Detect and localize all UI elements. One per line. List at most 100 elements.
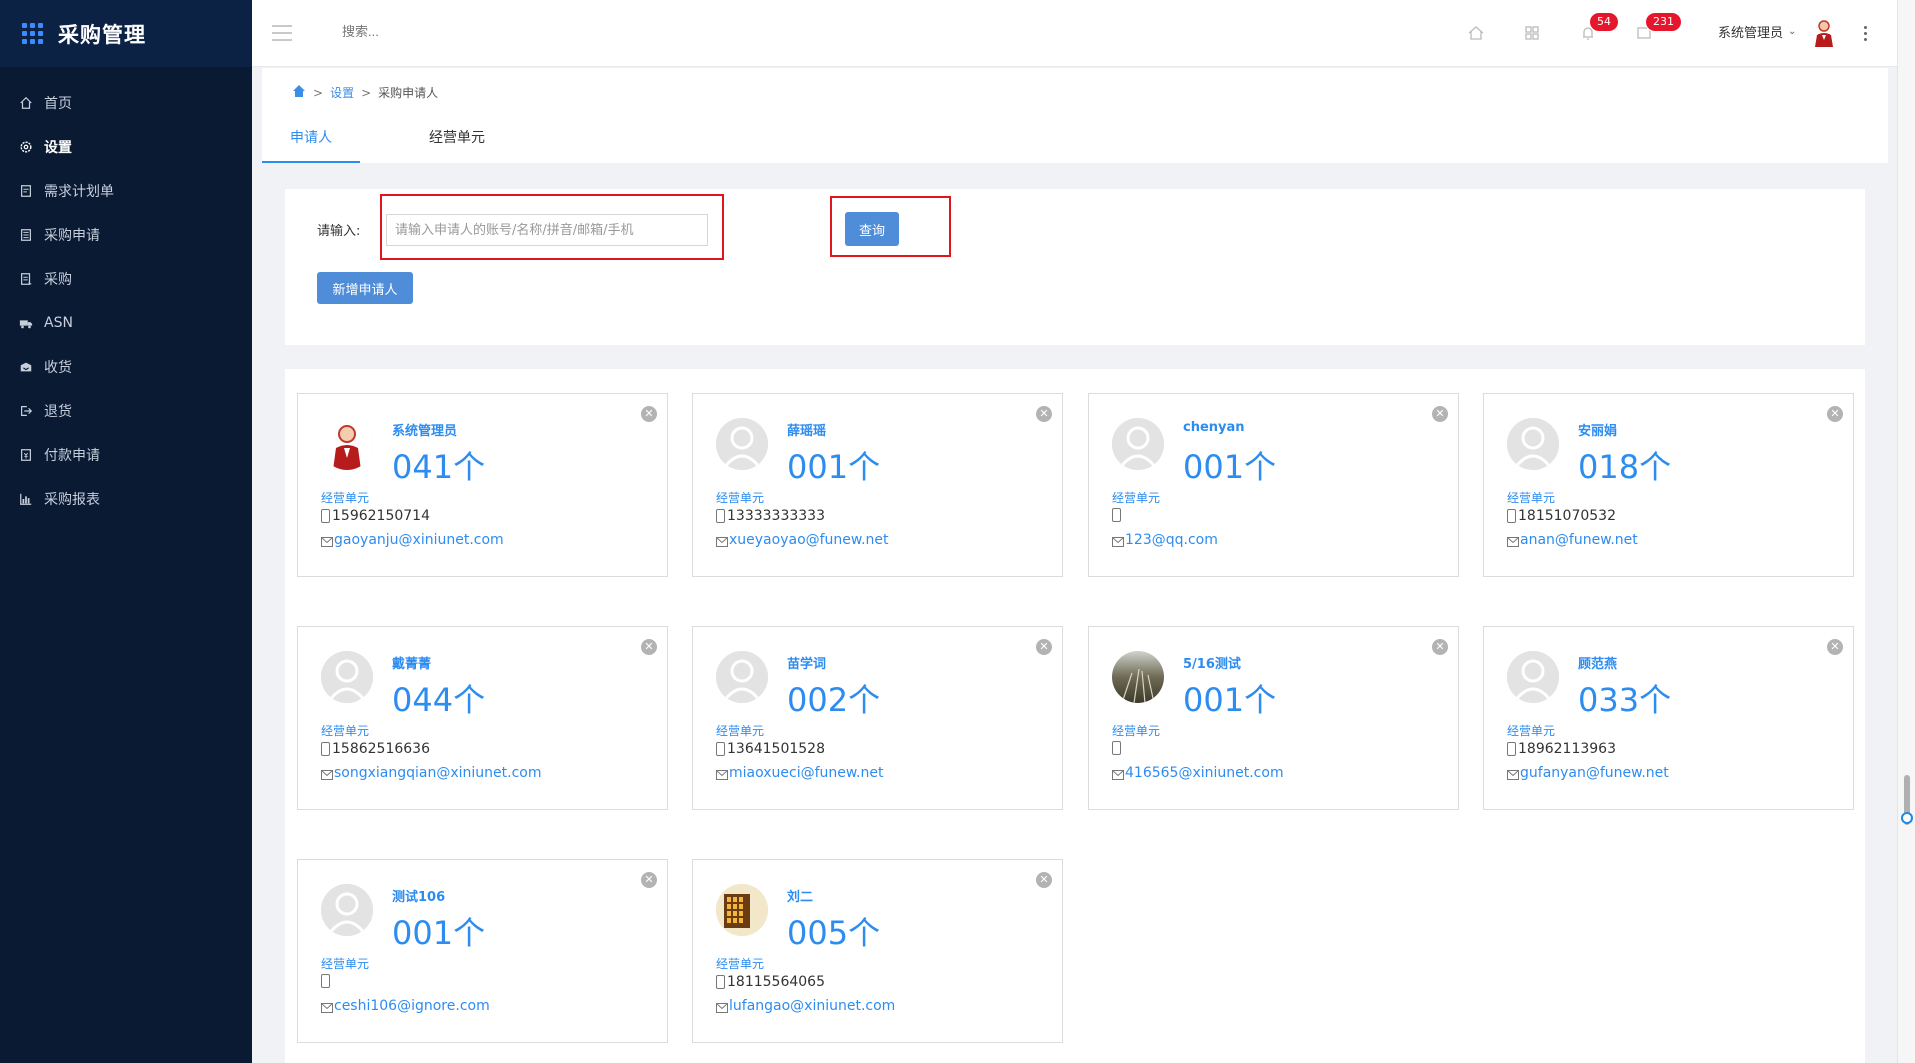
email-address[interactable]: miaoxueci@funew.net <box>729 765 883 781</box>
phone-icon <box>321 974 330 988</box>
tab-applicant[interactable]: 申请人 <box>262 123 360 163</box>
sidebar-item-settings[interactable]: 设置 <box>0 125 252 169</box>
remove-card-icon[interactable]: ✕ <box>641 872 657 888</box>
sidebar-item-label: 付款申请 <box>44 448 100 464</box>
username: 系统管理员 <box>1718 26 1784 41</box>
scroll-handle-icon[interactable] <box>1901 812 1913 824</box>
applicant-card[interactable]: ✕ 安丽娟 018个 经营单元 18151070532 anan@funew.net <box>1483 393 1854 577</box>
apps-grid-icon[interactable] <box>22 22 44 45</box>
query-button[interactable]: 查询 <box>845 212 899 246</box>
phone-row <box>321 974 332 988</box>
business-unit-label[interactable]: 经营单元 <box>716 955 764 972</box>
phone-row: 13333333333 <box>716 508 825 524</box>
applicant-card[interactable]: ✕ 戴菁菁 044个 经营单元 15862516636 songxiangqian@xin… <box>297 626 668 810</box>
sidebar-item-receive[interactable]: 收货 <box>0 345 252 389</box>
breadcrumb-settings-link[interactable]: 设置 <box>330 84 354 101</box>
business-unit-label[interactable]: 经营单元 <box>716 489 764 506</box>
business-unit-label[interactable]: 经营单元 <box>321 489 369 506</box>
sidebar-item-label: 需求计划单 <box>44 184 114 200</box>
global-search-input[interactable] <box>342 24 562 39</box>
avatar <box>1507 651 1559 703</box>
business-unit-label[interactable]: 经营单元 <box>1112 722 1160 739</box>
home-icon[interactable] <box>292 84 306 101</box>
bell-icon[interactable]: 54 <box>1579 12 1619 42</box>
avatar <box>1112 418 1164 470</box>
remove-card-icon[interactable]: ✕ <box>1036 406 1052 422</box>
applicant-name[interactable]: chenyan <box>1183 420 1245 435</box>
remove-card-icon[interactable]: ✕ <box>1432 406 1448 422</box>
sidebar-item-return[interactable]: 退货 <box>0 389 252 433</box>
remove-card-icon[interactable]: ✕ <box>641 406 657 422</box>
applicant-name[interactable]: 戴菁菁 <box>392 653 431 672</box>
email-address[interactable]: anan@funew.net <box>1520 532 1638 548</box>
email-address[interactable]: xueyaoyao@funew.net <box>729 532 889 548</box>
applicant-card[interactable]: ✕ 薛瑶瑶 001个 经营单元 13333333333 xueyaoyao@funew.n… <box>692 393 1063 577</box>
sidebar-item-demand-plan[interactable]: 需求计划单 <box>0 169 252 213</box>
business-unit-count: 001个 <box>1183 681 1277 719</box>
remove-card-icon[interactable]: ✕ <box>641 639 657 655</box>
business-unit-label[interactable]: 经营单元 <box>321 955 369 972</box>
home-icon[interactable] <box>1467 24 1485 42</box>
email-row: ceshi106@ignore.com <box>321 998 490 1014</box>
applicant-name[interactable]: 苗学词 <box>787 653 826 672</box>
remove-card-icon[interactable]: ✕ <box>1827 639 1843 655</box>
applicant-name[interactable]: 5/16测试 <box>1183 653 1241 672</box>
remove-card-icon[interactable]: ✕ <box>1036 872 1052 888</box>
user-avatar[interactable] <box>1812 18 1836 48</box>
phone-row <box>1112 508 1123 522</box>
message-badge: 231 <box>1645 12 1682 32</box>
add-applicant-button[interactable]: 新增申请人 <box>317 272 413 304</box>
email-address[interactable]: 416565@xiniunet.com <box>1125 765 1284 781</box>
applicant-search-input[interactable] <box>386 214 708 246</box>
avatar <box>716 418 768 470</box>
message-icon[interactable]: 231 <box>1635 12 1682 42</box>
sidebar-item-payment[interactable]: 付款申请 <box>0 433 252 477</box>
applicant-name[interactable]: 刘二 <box>787 886 813 905</box>
avatar <box>321 418 373 470</box>
remove-card-icon[interactable]: ✕ <box>1036 639 1052 655</box>
user-menu[interactable]: 系统管理员 ⌄ <box>1718 22 1796 41</box>
tab-business-unit[interactable]: 经营单元 <box>408 123 506 163</box>
remove-card-icon[interactable]: ✕ <box>1432 639 1448 655</box>
business-unit-label[interactable]: 经营单元 <box>716 722 764 739</box>
applicant-card[interactable]: ✕ 顾范燕 033个 经营单元 18962113963 gufanyan@funew.ne… <box>1483 626 1854 810</box>
applicant-name[interactable]: 系统管理员 <box>392 420 457 439</box>
applicant-name[interactable]: 薛瑶瑶 <box>787 420 826 439</box>
business-unit-label[interactable]: 经营单元 <box>1507 722 1555 739</box>
menu-toggle-icon[interactable] <box>272 25 292 41</box>
email-address[interactable]: 123@qq.com <box>1125 532 1218 548</box>
applicant-card[interactable]: ✕ chenyan 001个 经营单元 123@qq.com <box>1088 393 1459 577</box>
email-address[interactable]: lufangao@xiniunet.com <box>729 998 895 1014</box>
avatar <box>716 884 768 936</box>
email-address[interactable]: songxiangqian@xiniunet.com <box>334 765 542 781</box>
remove-card-icon[interactable]: ✕ <box>1827 406 1843 422</box>
applicant-card[interactable]: ✕ 苗学词 002个 经营单元 13641501528 miaoxueci@funew.n… <box>692 626 1063 810</box>
business-unit-label[interactable]: 经营单元 <box>1112 489 1160 506</box>
applicant-card[interactable]: ✕ 测试106 001个 经营单元 ceshi106@ignore.com <box>297 859 668 1043</box>
email-row: miaoxueci@funew.net <box>716 765 883 781</box>
chevron-down-icon: ⌄ <box>1788 26 1797 37</box>
applicant-card[interactable]: ✕ 刘二 005个 经营单元 18115564065 lufangao@xiniunet.… <box>692 859 1063 1043</box>
sidebar-item-label: 采购 <box>44 272 72 288</box>
sidebar-item-purchase-request[interactable]: 采购申请 <box>0 213 252 257</box>
sidebar-item-asn[interactable]: ASN <box>0 301 252 345</box>
email-address[interactable]: ceshi106@ignore.com <box>334 998 490 1014</box>
phone-icon <box>1507 509 1516 523</box>
email-address[interactable]: gufanyan@funew.net <box>1520 765 1669 781</box>
applicant-name[interactable]: 顾范燕 <box>1578 653 1617 672</box>
sidebar-item-purchase[interactable]: 采购 <box>0 257 252 301</box>
vertical-scrollbar[interactable] <box>1897 0 1915 1063</box>
sidebar-item-report[interactable]: 采购报表 <box>0 477 252 521</box>
grid-icon[interactable] <box>1523 24 1541 42</box>
more-options-icon[interactable] <box>1864 26 1868 44</box>
email-address[interactable]: gaoyanju@xiniunet.com <box>334 532 504 548</box>
business-unit-label[interactable]: 经营单元 <box>1507 489 1555 506</box>
breadcrumb-separator: > <box>313 85 324 100</box>
business-unit-label[interactable]: 经营单元 <box>321 722 369 739</box>
applicant-card[interactable]: ✕ 5/16测试 001个经营单元 416565@xiniunet.com <box>1088 626 1459 810</box>
applicant-card[interactable]: ✕ 系统管理员 041个 经营单元 15962150714 gaoyanju@xiniun… <box>297 393 668 577</box>
applicant-name[interactable]: 测试106 <box>392 886 445 905</box>
return-icon <box>18 403 34 419</box>
sidebar-item-home[interactable]: 首页 <box>0 81 252 125</box>
applicant-name[interactable]: 安丽娟 <box>1578 420 1617 439</box>
